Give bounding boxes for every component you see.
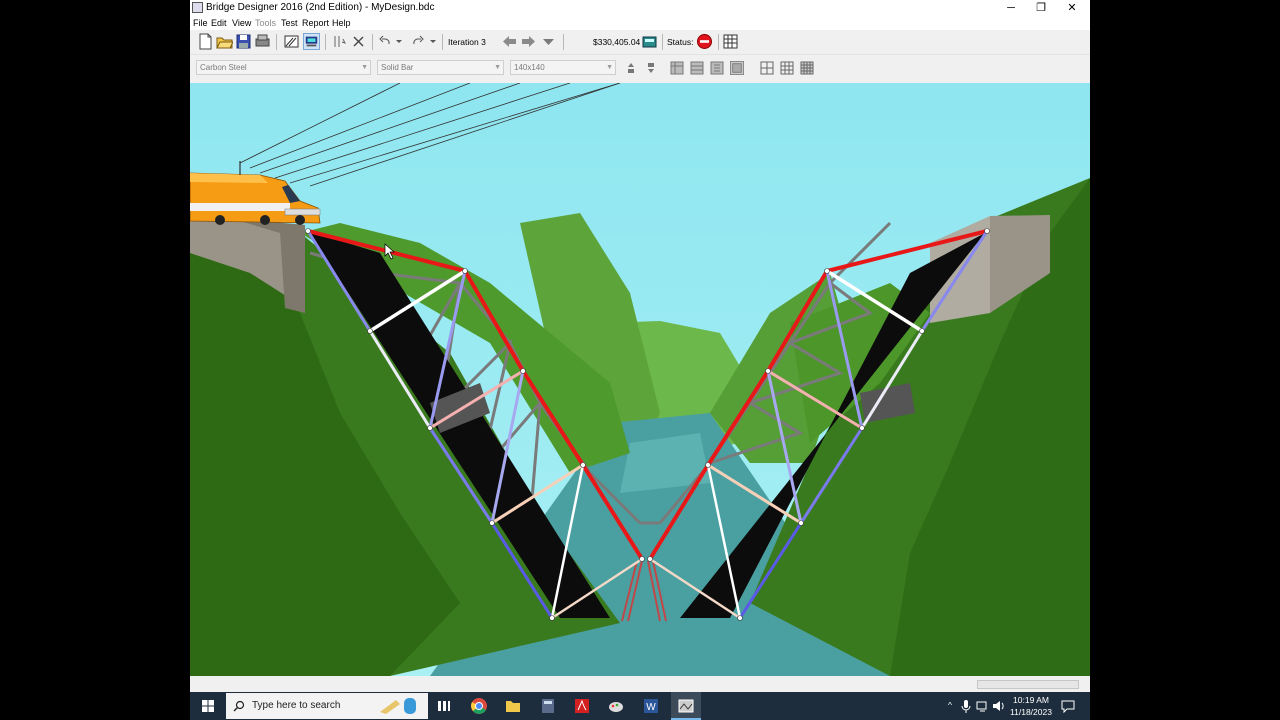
view-member-list-icon[interactable] [690,61,704,75]
cross-section-select-value: Solid Bar [381,63,414,72]
save-icon[interactable] [235,33,252,50]
open-folder-icon[interactable] [216,33,233,50]
new-file-icon[interactable] [197,33,214,50]
select-all-icon[interactable] [331,33,348,50]
previous-iteration-icon[interactable] [501,33,518,50]
size-select[interactable]: 140x140 ▼ [510,60,616,75]
maximize-button[interactable]: ❐ [1026,0,1056,16]
status-label: Status: [667,37,694,47]
decrease-size-icon[interactable] [644,61,658,75]
toolbar-separator [276,34,277,50]
calculator-icon[interactable] [538,696,558,716]
volume-icon[interactable] [992,696,1006,716]
toolbar-separator [325,34,326,50]
toolbar-separator [442,34,443,50]
paint-icon[interactable] [606,696,626,716]
menu-help[interactable]: Help [332,17,351,29]
view-rulers-icon[interactable] [730,61,744,75]
material-select[interactable]: Carbon Steel ▼ [196,60,371,75]
coarse-grid-icon[interactable] [760,61,774,75]
toolbar-separator [718,34,719,50]
network-icon[interactable] [976,696,990,716]
load-test-viewport[interactable] [190,83,1090,676]
status-bar [190,676,1090,692]
undo-dropdown-icon[interactable] [394,33,404,50]
search-placeholder: Type here to search [252,700,341,711]
taskbar-clock-time[interactable]: 10:19 AM [1006,695,1056,705]
menu-bar: File Edit View Tools Test Report Help [190,16,1090,30]
cross-section-select[interactable]: Solid Bar ▼ [377,60,504,75]
main-toolbar: Iteration 3 $330,405.04 Status: [190,30,1090,55]
app-icon [192,2,203,13]
menu-edit[interactable]: Edit [211,17,227,29]
taskbar: Type here to search W ^ 10:19 AM 11/18/2… [190,692,1090,720]
member-properties-toolbar: Carbon Steel ▼ Solid Bar ▼ 140x140 ▼ [190,55,1090,82]
redo-dropdown-icon[interactable] [428,33,438,50]
member-table-icon[interactable] [722,33,739,50]
notifications-icon[interactable] [1058,696,1078,716]
iteration-dropdown-icon[interactable] [540,33,557,50]
menu-view[interactable]: View [232,17,251,29]
menu-tools[interactable]: Tools [255,17,276,29]
material-select-value: Carbon Steel [200,63,247,72]
print-icon[interactable] [254,33,271,50]
increase-size-icon[interactable] [624,61,638,75]
search-highlight-icon [380,698,416,714]
chrome-icon[interactable] [469,696,489,716]
chevron-down-icon: ▼ [606,64,613,71]
taskbar-clock-date[interactable]: 11/18/2023 [1006,707,1056,717]
redo-icon[interactable] [412,33,424,50]
title-bar: Bridge Designer 2016 (2nd Edition) - MyD… [190,0,1090,16]
cost-value: $330,405.04 [593,37,641,47]
bridge-designer-icon [678,699,694,713]
svg-text:W: W [646,702,656,713]
drawing-board-icon[interactable] [283,33,300,50]
task-view-icon[interactable] [434,696,454,716]
load-test-icon[interactable] [303,33,320,50]
view-members-icon[interactable] [670,61,684,75]
menu-file[interactable]: File [193,17,208,29]
toolbar-separator [563,34,564,50]
tray-chevron-up-icon[interactable]: ^ [945,700,955,710]
word-icon[interactable]: W [641,696,661,716]
chevron-down-icon: ▼ [494,64,501,71]
fine-grid-icon[interactable] [800,61,814,75]
toolbar-separator [662,34,663,50]
undo-icon[interactable] [379,33,391,50]
iteration-label: Iteration 3 [448,37,486,47]
view-labels-icon[interactable] [710,61,724,75]
cost-calculator-icon[interactable] [641,33,658,50]
chevron-down-icon: ▼ [361,64,368,71]
bridge-designer-taskbar-item[interactable] [671,692,701,720]
close-button[interactable]: ✕ [1057,0,1087,16]
menu-report[interactable]: Report [302,17,329,29]
toolbar-separator [372,34,373,50]
file-explorer-icon[interactable] [503,696,523,716]
delete-icon[interactable] [350,33,367,50]
minimize-button[interactable]: ─ [996,0,1026,16]
next-iteration-icon[interactable] [520,33,537,50]
progress-bar [977,680,1079,689]
windows-start-icon[interactable] [198,696,218,716]
search-icon [233,700,245,712]
bridge-3d-scene [190,83,1090,676]
window-title: Bridge Designer 2016 (2nd Edition) - MyD… [206,2,435,13]
size-select-value: 140x140 [514,63,545,72]
acrobat-icon[interactable] [572,696,592,716]
status-failed-icon[interactable] [696,33,713,50]
medium-grid-icon[interactable] [780,61,794,75]
taskbar-search-box[interactable]: Type here to search [226,693,428,719]
menu-test[interactable]: Test [281,17,298,29]
microphone-icon[interactable] [960,696,972,716]
app-window: Bridge Designer 2016 (2nd Edition) - MyD… [190,0,1090,692]
